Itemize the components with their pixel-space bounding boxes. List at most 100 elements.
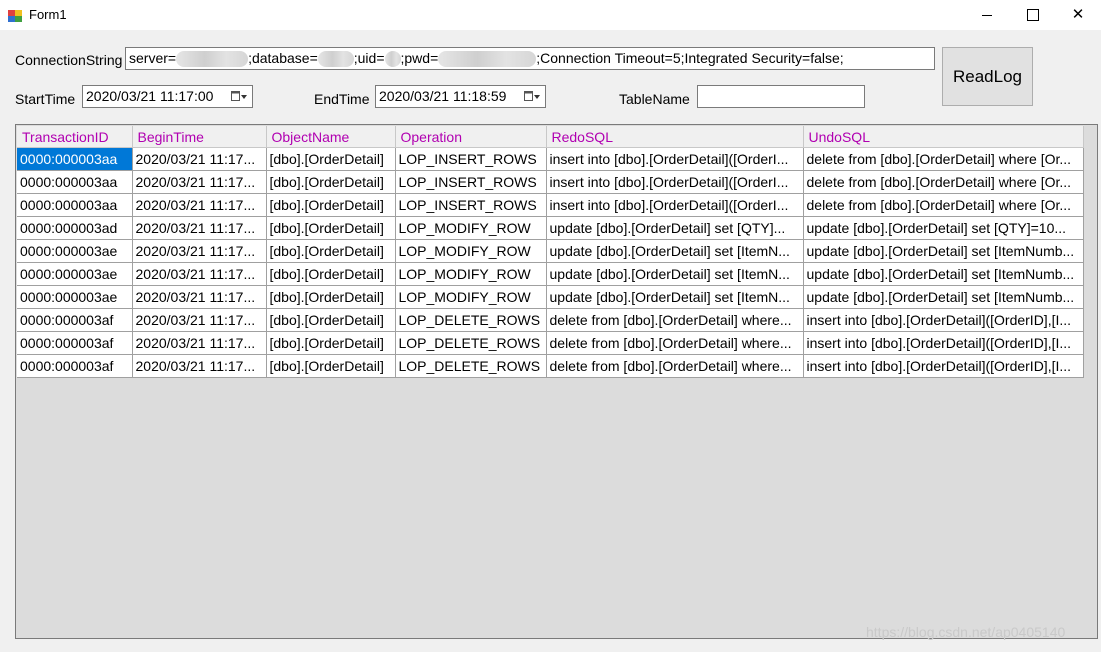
winforms-app-icon [8,10,22,22]
end-time-label: EndTime [314,91,370,107]
column-header[interactable]: TransactionID [17,126,133,148]
table-cell[interactable]: delete from [dbo].[OrderDetail] where... [546,331,804,355]
table-name-label: TableName [619,91,690,107]
calendar-dropdown-icon[interactable] [524,90,540,104]
table-row[interactable]: 0000:000003ae 2020/03/21 11:17... [dbo].[O… [17,285,1084,309]
end-time-value: 2020/03/21 11:18:59 [379,88,507,104]
table-cell[interactable]: [dbo].[OrderDetail] [266,308,396,332]
column-header[interactable]: RedoSQL [546,126,804,148]
table-cell[interactable]: 0000:000003af [17,308,133,332]
table-cell[interactable]: LOP_MODIFY_ROW [395,239,547,263]
table-cell[interactable]: [dbo].[OrderDetail] [266,285,396,309]
table-cell[interactable]: 0000:000003aa [17,147,133,171]
table-cell[interactable]: [dbo].[OrderDetail] [266,193,396,217]
column-header[interactable]: BeginTime [132,126,267,148]
table-cell[interactable]: update [dbo].[OrderDetail] set [QTY]=10.… [803,216,1084,240]
table-cell[interactable]: LOP_INSERT_ROWS [395,147,547,171]
maximize-icon [1027,9,1039,22]
table-cell[interactable]: 0000:000003af [17,331,133,355]
table-cell[interactable]: LOP_MODIFY_ROW [395,262,547,286]
table-cell[interactable]: update [dbo].[OrderDetail] set [ItemN... [546,239,804,263]
table-cell[interactable]: [dbo].[OrderDetail] [266,239,396,263]
table-row[interactable]: 0000:000003aa 2020/03/21 11:17... [dbo].[O… [17,147,1084,171]
table-cell[interactable]: insert into [dbo].[OrderDetail]([OrderI.… [546,170,804,194]
table-cell[interactable]: 2020/03/21 11:17... [132,239,267,263]
table-cell[interactable]: [dbo].[OrderDetail] [266,216,396,240]
table-cell[interactable]: update [dbo].[OrderDetail] set [ItemN... [546,285,804,309]
table-cell[interactable]: 2020/03/21 11:17... [132,147,267,171]
grid-header-row: TransactionID BeginTime ObjectName Operatio… [17,126,1084,148]
table-cell[interactable]: [dbo].[OrderDetail] [266,147,396,171]
table-cell[interactable]: [dbo].[OrderDetail] [266,331,396,355]
table-cell[interactable]: 2020/03/21 11:17... [132,193,267,217]
table-cell[interactable]: LOP_INSERT_ROWS [395,193,547,217]
table-cell[interactable]: 2020/03/21 11:17... [132,216,267,240]
start-time-picker[interactable]: 2020/03/21 11:17:00 [82,85,253,108]
table-cell[interactable]: 0000:000003ae [17,262,133,286]
column-header[interactable]: UndoSQL [803,126,1084,148]
table-cell[interactable]: [dbo].[OrderDetail] [266,170,396,194]
table-cell[interactable]: 0000:000003af [17,354,133,378]
table-cell[interactable]: LOP_MODIFY_ROW [395,285,547,309]
table-cell[interactable]: [dbo].[OrderDetail] [266,262,396,286]
table-cell[interactable]: update [dbo].[OrderDetail] set [ItemNumb… [803,285,1084,309]
table-cell[interactable]: 0000:000003ad [17,216,133,240]
table-cell[interactable]: insert into [dbo].[OrderDetail]([OrderID… [803,308,1084,332]
table-row[interactable]: 0000:000003aa 2020/03/21 11:17... [dbo].[O… [17,193,1084,217]
table-cell[interactable]: 2020/03/21 11:17... [132,170,267,194]
table-cell[interactable]: delete from [dbo].[OrderDetail] where [O… [803,193,1084,217]
log-data-grid[interactable]: TransactionID BeginTime ObjectName Operatio… [15,124,1098,639]
table-row[interactable]: 0000:000003ad 2020/03/21 11:17... [dbo].[O… [17,216,1084,240]
table-cell[interactable]: 2020/03/21 11:17... [132,285,267,309]
table-row[interactable]: 0000:000003af 2020/03/21 11:17... [dbo].[O… [17,331,1084,355]
table-cell[interactable]: update [dbo].[OrderDetail] set [ItemNumb… [803,262,1084,286]
table-cell[interactable]: 2020/03/21 11:17... [132,262,267,286]
table-cell[interactable]: delete from [dbo].[OrderDetail] where... [546,308,804,332]
table-row[interactable]: 0000:000003af 2020/03/21 11:17... [dbo].[O… [17,308,1084,332]
table-cell[interactable]: insert into [dbo].[OrderDetail]([OrderID… [803,354,1084,378]
table-cell[interactable]: LOP_DELETE_ROWS [395,308,547,332]
table-cell[interactable]: 2020/03/21 11:17... [132,354,267,378]
table-cell[interactable]: [dbo].[OrderDetail] [266,354,396,378]
table-row[interactable]: 0000:000003ae 2020/03/21 11:17... [dbo].[O… [17,239,1084,263]
conn-tail: ;Connection Timeout=5;Integrated Securit… [536,50,844,66]
table-cell[interactable]: update [dbo].[OrderDetail] set [ItemNumb… [803,239,1084,263]
table-cell[interactable]: delete from [dbo].[OrderDetail] where [O… [803,147,1084,171]
table-row[interactable]: 0000:000003ae 2020/03/21 11:17... [dbo].[O… [17,262,1084,286]
table-row[interactable]: 0000:000003aa 2020/03/21 11:17... [dbo].[O… [17,170,1084,194]
table-cell[interactable]: 0000:000003aa [17,193,133,217]
table-cell[interactable]: 2020/03/21 11:17... [132,308,267,332]
connection-string-input[interactable]: server= ;database= ;uid= ;pwd= ;Connection T… [125,47,935,70]
table-cell[interactable]: update [dbo].[OrderDetail] set [QTY]... [546,216,804,240]
calendar-dropdown-icon[interactable] [231,90,247,104]
conn-server-key: server= [129,50,177,66]
table-cell[interactable]: 2020/03/21 11:17... [132,331,267,355]
readlog-button[interactable]: ReadLog [942,47,1033,106]
table-cell[interactable]: LOP_DELETE_ROWS [395,354,547,378]
table-cell[interactable]: insert into [dbo].[OrderDetail]([OrderI.… [546,193,804,217]
column-header[interactable]: Operation [395,126,547,148]
table-cell[interactable]: 0000:000003ae [17,285,133,309]
table-name-input[interactable] [697,85,865,108]
table-cell[interactable]: LOP_MODIFY_ROW [395,216,547,240]
table-cell[interactable]: delete from [dbo].[OrderDetail] where... [546,354,804,378]
table-cell[interactable]: insert into [dbo].[OrderDetail]([OrderID… [803,331,1084,355]
start-time-label: StartTime [15,91,76,107]
table-cell[interactable]: LOP_INSERT_ROWS [395,170,547,194]
maximize-button[interactable] [1010,0,1056,30]
table-cell[interactable]: 0000:000003ae [17,239,133,263]
redacted-server [176,51,249,68]
table-cell[interactable]: LOP_DELETE_ROWS [395,331,547,355]
close-button[interactable]: ✕ [1055,0,1101,30]
table-row[interactable]: 0000:000003af 2020/03/21 11:17... [dbo].[O… [17,354,1084,378]
log-table: TransactionID BeginTime ObjectName Operatio… [17,126,1084,378]
table-cell[interactable]: insert into [dbo].[OrderDetail]([OrderI.… [546,147,804,171]
column-header[interactable]: ObjectName [266,126,396,148]
end-time-picker[interactable]: 2020/03/21 11:18:59 [375,85,546,108]
table-cell[interactable]: 0000:000003aa [17,170,133,194]
table-cell[interactable]: update [dbo].[OrderDetail] set [ItemN... [546,262,804,286]
watermark-text: https://blog.csdn.net/ap0405140 [866,624,1066,640]
minimize-button[interactable] [964,0,1010,30]
table-cell[interactable]: delete from [dbo].[OrderDetail] where [O… [803,170,1084,194]
window-title: Form1 [29,7,67,22]
